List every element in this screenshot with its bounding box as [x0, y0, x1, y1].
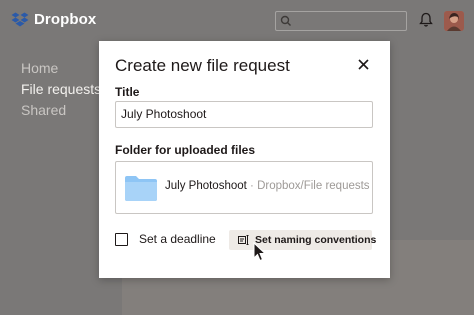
naming-conventions-icon	[238, 235, 249, 245]
folder-location: · Dropbox/File requests	[246, 180, 370, 192]
deadline-label[interactable]: Set a deadline	[139, 232, 216, 246]
folder-label: Folder for uploaded files	[115, 143, 256, 157]
folder-name: July Photoshoot	[165, 180, 247, 192]
folder-picker[interactable]: July Photoshoot · Dropbox/File requests	[115, 161, 373, 214]
naming-conventions-label: Set naming conventions	[255, 234, 377, 246]
dialog-title: Create new file request	[115, 56, 290, 75]
naming-conventions-button[interactable]: Set naming conventions	[229, 230, 376, 250]
top-bar: Dropbox	[0, 0, 474, 42]
avatar[interactable]	[444, 11, 464, 31]
deadline-checkbox[interactable]	[115, 233, 128, 246]
mouse-pointer-icon	[253, 242, 266, 262]
search-input[interactable]	[275, 11, 407, 31]
avatar-image	[444, 11, 464, 31]
title-label: Title	[115, 85, 140, 99]
dropbox-logo-icon	[11, 12, 29, 26]
title-input[interactable]: July Photoshoot	[115, 101, 373, 128]
file-request-dialog: Create new file request Title July Photo…	[99, 41, 390, 278]
bell-icon[interactable]	[419, 12, 433, 28]
brand-name: Dropbox	[34, 11, 97, 28]
folder-icon	[125, 176, 157, 201]
search-icon	[280, 15, 291, 26]
folder-path-text: July Photoshoot · Dropbox/File requests	[165, 180, 370, 192]
sidebar-item-shared[interactable]: Shared	[21, 102, 66, 118]
sidebar-item-file-requests[interactable]: File requests	[21, 81, 101, 97]
sidebar-item-home[interactable]: Home	[21, 60, 58, 76]
dropbox-logo[interactable]: Dropbox	[11, 11, 96, 28]
close-icon[interactable]	[358, 59, 369, 70]
